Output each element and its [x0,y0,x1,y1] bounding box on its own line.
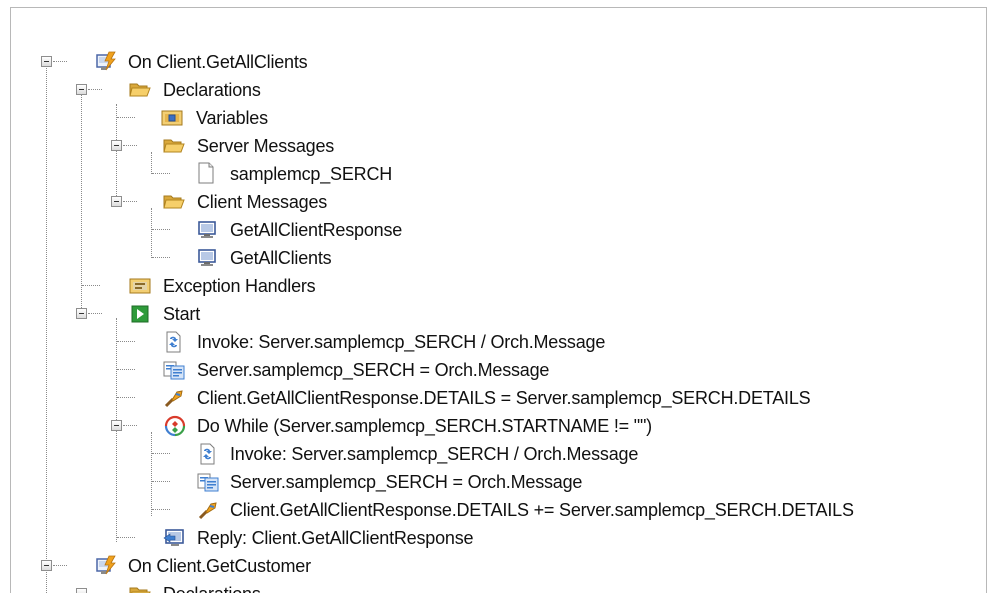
tree-node-label: GetAllClients [230,248,332,268]
tree-node-label: Declarations [163,584,261,593]
tree-node-assign-message[interactable]: Server.samplemcp_SERCH = Orch.Message [11,468,651,496]
tree-node-client-messages[interactable]: Client Messages [11,188,411,216]
folder-open-icon [129,587,151,593]
assign-message-icon [163,361,185,380]
tree-node-do-while[interactable]: Do While (Server.samplemcp_SERCH.STARTNA… [11,412,731,440]
collapse-toggle[interactable] [41,56,52,67]
assign-field-icon [164,390,183,408]
tree-node-label: On Client.GetCustomer [128,556,311,576]
variables-icon [161,110,183,126]
tree-node-label: On Client.GetAllClients [128,52,308,72]
tree-view-panel: On Client.GetAllClients Declarations Var… [10,7,987,593]
assign-field-icon [198,502,217,520]
tree-node-exception-handlers[interactable]: Exception Handlers [11,272,411,300]
collapse-toggle[interactable] [41,560,52,571]
tree-node-label: Start [163,304,201,324]
folder-open-icon [163,139,185,153]
tree-node-declarations[interactable]: Declarations [11,76,411,104]
reply-icon [163,529,184,546]
tree-node-label: Server Messages [197,136,335,156]
invoke-icon [200,443,215,465]
tree-node-label: Declarations [163,80,261,100]
tree-node-label: Invoke: Server.samplemcp_SERCH / Orch.Me… [230,444,639,464]
tree-node-label: Server.samplemcp_SERCH = Orch.Message [230,472,583,492]
tree-node-label: Exception Handlers [163,276,316,296]
tree-node-label: Client.GetAllClientResponse.DETAILS = Se… [197,388,811,408]
tree-node-samplemcp-serch[interactable]: samplemcp_SERCH [11,160,431,188]
tree-node-label: samplemcp_SERCH [230,164,393,184]
tree-node-assign-field[interactable]: Client.GetAllClientResponse.DETAILS += S… [11,496,941,524]
client-message-icon [198,249,216,266]
tree-node-label: Client Messages [197,192,328,212]
tree-node-label: Do While (Server.samplemcp_SERCH.STARTNA… [197,416,652,436]
exception-handlers-icon [129,278,151,294]
assign-message-icon [197,473,219,492]
collapse-toggle[interactable] [111,196,122,207]
collapse-toggle[interactable] [111,140,122,151]
folder-open-icon [163,195,185,209]
tree-node-assign-message[interactable]: Server.samplemcp_SERCH = Orch.Message [11,356,611,384]
tree-node-getallclientresponse[interactable]: GetAllClientResponse [11,216,431,244]
tree-node-label: GetAllClientResponse [230,220,403,240]
collapse-toggle[interactable] [76,588,87,593]
tree-node-assign-field[interactable]: Client.GetAllClientResponse.DETAILS = Se… [11,384,891,412]
tree-node-invoke[interactable]: Invoke: Server.samplemcp_SERCH / Orch.Me… [11,328,661,356]
tree-node-variables[interactable]: Variables [11,104,411,132]
folder-open-icon [129,83,151,97]
tree-node-on-client-getcustomer[interactable]: On Client.GetCustomer [11,552,411,580]
event-handler-icon [96,51,116,71]
tree-node-getallclients[interactable]: GetAllClients [11,244,431,272]
start-icon [131,305,149,323]
orchestration-tree: On Client.GetAllClients Declarations Var… [11,8,986,593]
tree-node-invoke[interactable]: Invoke: Server.samplemcp_SERCH / Orch.Me… [11,440,691,468]
tree-node-on-client-getallclients[interactable]: On Client.GetAllClients [11,48,411,76]
tree-node-label: Invoke: Server.samplemcp_SERCH / Orch.Me… [197,332,606,352]
tree-node-declarations[interactable]: Declarations [11,580,411,593]
tree-node-server-messages[interactable]: Server Messages [11,132,411,160]
collapse-toggle[interactable] [76,308,87,319]
client-message-icon [198,221,216,238]
tree-node-start[interactable]: Start [11,300,411,328]
event-handler-icon [96,555,116,575]
loop-icon [164,415,186,437]
collapse-toggle[interactable] [76,84,87,95]
document-icon [198,162,214,184]
collapse-toggle[interactable] [111,420,122,431]
tree-node-label: Client.GetAllClientResponse.DETAILS += S… [230,500,854,520]
tree-node-label: Reply: Client.GetAllClientResponse [197,528,474,548]
tree-node-label: Server.samplemcp_SERCH = Orch.Message [197,360,550,380]
tree-node-label: Variables [196,108,268,128]
invoke-icon [166,331,181,353]
tree-node-reply[interactable]: Reply: Client.GetAllClientResponse [11,524,531,552]
